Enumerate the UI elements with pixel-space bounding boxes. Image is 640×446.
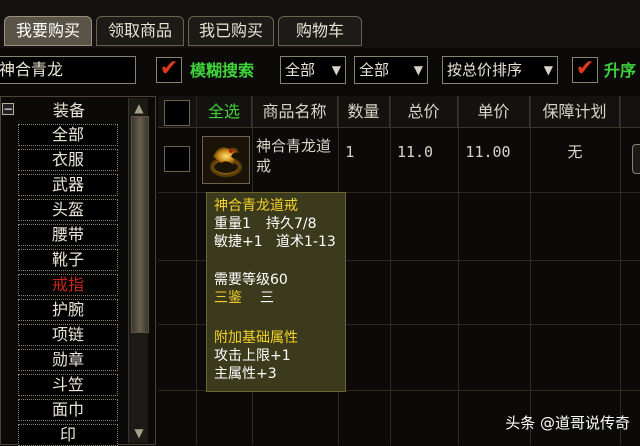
chevron-down-icon: ▼ [413, 63, 423, 77]
chevron-down-icon: ▼ [331, 63, 341, 77]
fuzzy-search-label: 模糊搜索 [190, 61, 255, 80]
grid-line [620, 96, 621, 445]
select-all-checkbox[interactable] [164, 100, 190, 126]
category-header[interactable]: 装备 [14, 100, 124, 122]
row-qty: 1 [345, 143, 355, 161]
grid-line [530, 96, 531, 445]
ring-icon[interactable] [202, 136, 250, 184]
sort-select[interactable]: 按总价排序 ▼ [442, 56, 558, 84]
filter-select-2[interactable]: 全部 ▼ [354, 56, 428, 84]
tooltip-required-level: 需要等级60 [214, 272, 288, 288]
select-all-label[interactable]: 全选 [196, 96, 252, 128]
row-checkbox[interactable] [164, 146, 190, 172]
column-header-name[interactable]: 商品名称 [252, 96, 338, 128]
ascending-checkbox[interactable]: ✔ [572, 57, 598, 83]
category-item[interactable]: 斗笠 [18, 374, 118, 396]
grid-line [196, 96, 197, 445]
row-total: 11.0 [396, 143, 434, 161]
tooltip-attr-1: 攻击上限+1 [214, 348, 291, 364]
search-input[interactable]: 神合青龙 [0, 56, 136, 84]
category-item[interactable]: 勋章 [18, 349, 118, 371]
category-item[interactable]: 头盔 [18, 199, 118, 221]
category-item[interactable]: 全部 [18, 124, 118, 146]
tooltip-durability: 持久7/8 [266, 216, 317, 232]
fuzzy-search-checkbox[interactable]: ✔ [156, 57, 182, 83]
tooltip-title: 神合青龙道戒 [214, 198, 298, 214]
category-item[interactable]: 护腕 [18, 299, 118, 321]
chevron-down-icon: ▼ [543, 63, 553, 77]
tab-buy[interactable]: 我要购买 [4, 16, 92, 46]
row-unit: 11.00 [465, 143, 511, 161]
tab-claim[interactable]: 领取商品 [96, 16, 184, 46]
tooltip-weight: 重量1 [214, 216, 251, 232]
category-item[interactable]: 戒指 [18, 274, 118, 296]
scroll-up-icon[interactable]: ▲ [131, 100, 147, 116]
collapse-icon[interactable]: − [2, 103, 14, 115]
category-item[interactable]: 衣服 [18, 149, 118, 171]
tab-cart[interactable]: 购物车 [278, 16, 362, 46]
filter-select-1[interactable]: 全部 ▼ [280, 56, 346, 84]
category-item[interactable]: 项链 [18, 324, 118, 346]
category-item[interactable]: 腰带 [18, 224, 118, 246]
category-item[interactable]: 面巾 [18, 399, 118, 421]
row-buy-button[interactable] [632, 144, 640, 174]
tooltip-appraise-label: 三鉴 [214, 290, 242, 306]
row-guarantee: 无 [567, 143, 583, 161]
tab-purchased[interactable]: 我已购买 [188, 16, 274, 46]
watermark: 头条 @道哥说传奇 [505, 414, 630, 432]
category-item[interactable]: 印 [18, 424, 118, 446]
category-item[interactable]: 武器 [18, 174, 118, 196]
column-header-extra [620, 96, 640, 128]
tooltip-attr-title: 附加基础属性 [214, 330, 298, 346]
tooltip-attr-2: 主属性+3 [214, 366, 277, 382]
filter-select-2-value: 全部 [359, 61, 390, 79]
scroll-down-icon[interactable]: ▼ [131, 425, 147, 441]
column-header-guarantee[interactable]: 保障计划 [530, 96, 620, 128]
tooltip-taoism: 道术1-13 [276, 234, 336, 250]
scroll-thumb[interactable] [131, 116, 149, 333]
filter-select-1-value: 全部 [285, 61, 316, 79]
ascending-label: 升序 [604, 61, 637, 80]
column-header-total[interactable]: 总价 [390, 96, 458, 128]
row-item-name[interactable]: 神合青龙道戒 [256, 136, 336, 176]
grid-line [458, 96, 459, 445]
column-header-unit[interactable]: 单价 [458, 96, 530, 128]
tooltip-appraise-value: 三 [260, 290, 274, 306]
tooltip-agility: 敏捷+1 [214, 234, 263, 250]
category-item[interactable]: 靴子 [18, 249, 118, 271]
category-scrollbar[interactable]: ▲ ▼ [128, 98, 149, 443]
sort-select-value: 按总价排序 [447, 61, 523, 79]
column-header-qty[interactable]: 数量 [338, 96, 390, 128]
